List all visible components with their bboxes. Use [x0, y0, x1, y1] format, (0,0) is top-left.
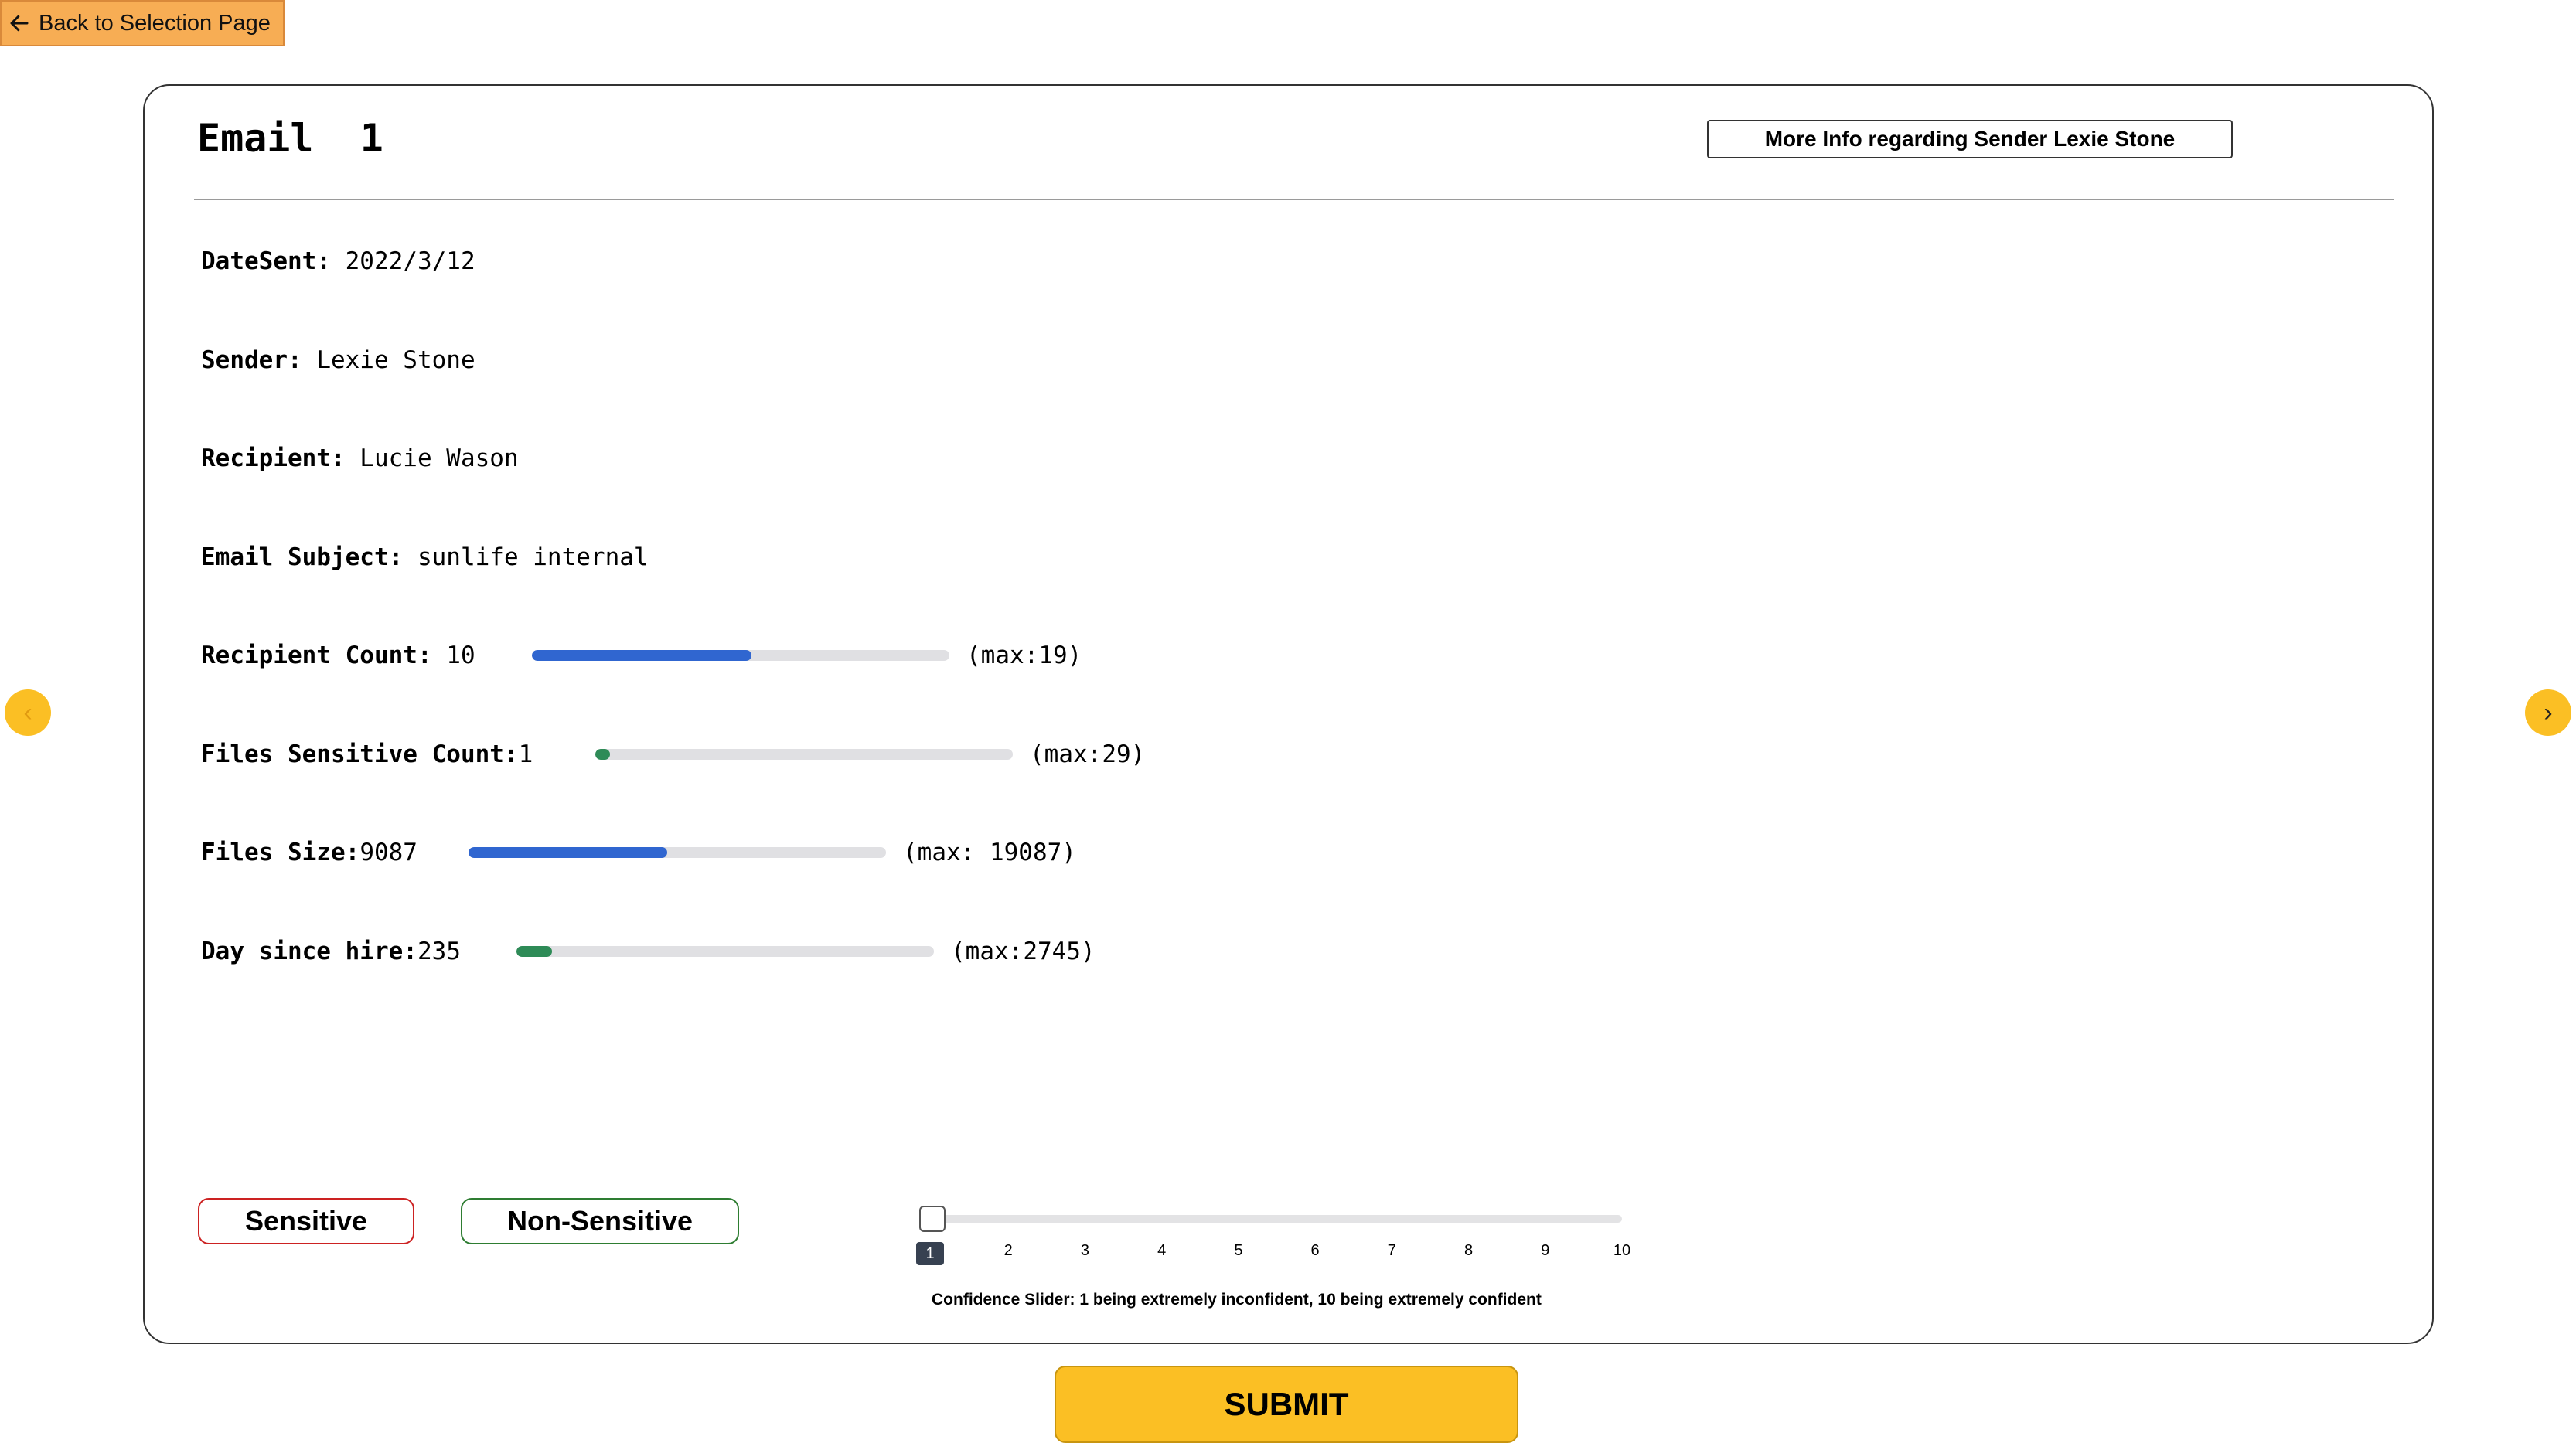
files-size-bar-fill: [469, 847, 668, 858]
sender-field: Sender: Lexie Stone: [201, 345, 475, 376]
slider-tick-1: 1: [916, 1242, 944, 1265]
files-size-field: Files Size:9087: [201, 837, 417, 868]
slider-tick-3: 3: [1080, 1242, 1089, 1259]
recipient-count-bar: [532, 650, 949, 661]
recipient-count-field: Recipient Count: 10: [201, 640, 475, 671]
files-sensitive-count-bar: [595, 749, 1013, 760]
email-subject-value: sunlife internal: [403, 543, 649, 571]
recipient-count-value: 10: [431, 642, 475, 669]
chevron-left-icon: ‹: [23, 697, 32, 727]
files-size-label: Files Size:: [201, 839, 360, 866]
next-email-button[interactable]: ›: [2525, 689, 2571, 736]
previous-email-button[interactable]: ‹: [5, 689, 51, 736]
chevron-right-icon: ›: [2544, 697, 2553, 727]
date-sent-value: 2022/3/12: [330, 247, 475, 275]
confidence-slider-track[interactable]: [932, 1215, 1622, 1223]
back-button-label: Back to Selection Page: [39, 10, 271, 36]
recipient-value: Lucie Wason: [345, 444, 519, 472]
recipient-label: Recipient:: [201, 444, 346, 472]
more-info-sender-button[interactable]: More Info regarding Sender Lexie Stone: [1707, 120, 2233, 158]
files-sensitive-count-bar-fill: [595, 749, 610, 760]
days-since-hire-max: (max:2745): [951, 938, 1095, 965]
recipient-count-max: (max:19): [966, 642, 1082, 669]
recipient-count-label: Recipient Count:: [201, 642, 432, 669]
email-subject-label: Email Subject:: [201, 543, 404, 571]
header-divider: [194, 199, 2394, 200]
recipient-count-bar-fill: [532, 650, 752, 661]
slider-tick-9: 9: [1541, 1242, 1550, 1259]
slider-tick-10: 10: [1613, 1242, 1631, 1259]
files-size-max: (max: 19087): [903, 839, 1076, 866]
slider-tick-5: 5: [1234, 1242, 1243, 1259]
email-subject-field: Email Subject: sunlife internal: [201, 542, 649, 573]
days-since-hire-value: 235: [417, 938, 461, 965]
non-sensitive-button[interactable]: Non-Sensitive: [461, 1198, 739, 1244]
submit-button[interactable]: SUBMIT: [1055, 1366, 1518, 1443]
date-sent-label: DateSent:: [201, 247, 331, 275]
days-since-hire-field: Day since hire:235: [201, 936, 461, 967]
days-since-hire-bar-fill: [516, 946, 553, 957]
slider-tick-6: 6: [1310, 1242, 1320, 1259]
slider-tick-8: 8: [1463, 1242, 1474, 1259]
days-since-hire-label: Day since hire:: [201, 938, 417, 965]
slider-tick-2: 2: [1003, 1242, 1013, 1259]
sensitive-button[interactable]: Sensitive: [198, 1198, 414, 1244]
sender-label: Sender:: [201, 346, 302, 374]
confidence-slider-caption: Confidence Slider: 1 being extremely inc…: [932, 1291, 1542, 1309]
email-card: [143, 84, 2434, 1344]
files-sensitive-count-max: (max:29): [1030, 740, 1146, 768]
files-sensitive-count-field: Files Sensitive Count:1: [201, 739, 533, 770]
files-sensitive-count-label: Files Sensitive Count:: [201, 740, 519, 768]
files-sensitive-count-value: 1: [518, 740, 533, 768]
arrow-left-icon: [10, 15, 29, 32]
date-sent-field: DateSent: 2022/3/12: [201, 246, 475, 277]
files-size-bar: [469, 847, 886, 858]
confidence-slider-thumb[interactable]: [919, 1206, 946, 1232]
days-since-hire-bar: [516, 946, 934, 957]
files-size-value: 9087: [359, 839, 417, 866]
sender-value: Lexie Stone: [302, 346, 475, 374]
recipient-field: Recipient: Lucie Wason: [201, 443, 519, 474]
slider-tick-7: 7: [1387, 1242, 1396, 1259]
slider-tick-4: 4: [1157, 1242, 1167, 1259]
email-title: Email 1: [197, 116, 383, 161]
back-to-selection-button[interactable]: Back to Selection Page: [0, 0, 285, 46]
